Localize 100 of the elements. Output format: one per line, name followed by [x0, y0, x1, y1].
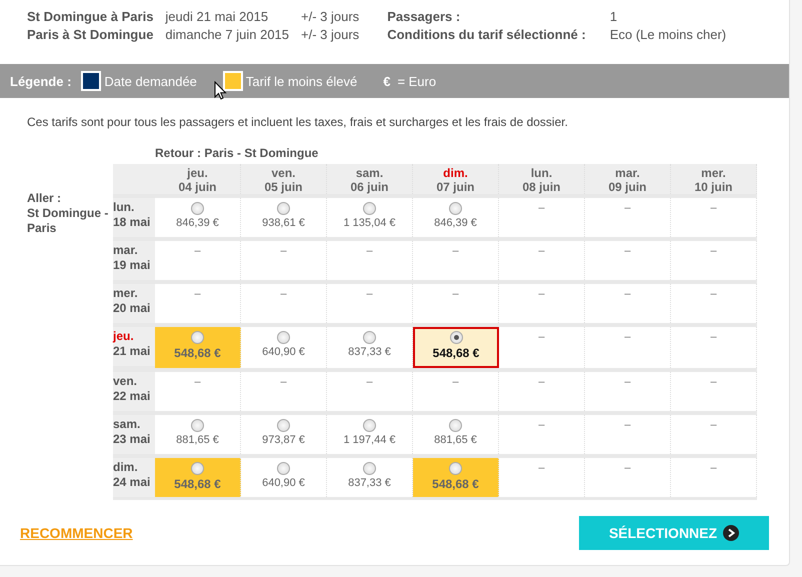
fare-price: 938,61 €	[262, 217, 305, 229]
day-name: jeu.	[186, 166, 209, 180]
fare-price: 640,90 €	[262, 477, 305, 489]
fare-cell[interactable]: 837,33 €	[327, 327, 413, 368]
radio-button[interactable]	[449, 419, 462, 432]
radio-button[interactable]	[191, 331, 204, 344]
fare-cell[interactable]: 973,87 €	[241, 415, 327, 454]
day-name: dim.	[442, 166, 469, 180]
no-fare-dash: –	[710, 462, 717, 474]
no-fare-dash: –	[624, 288, 631, 300]
no-fare-dash: –	[452, 376, 459, 388]
row-date: 18 mai	[113, 215, 150, 229]
column-date: 06 juin	[350, 180, 388, 194]
radio-button[interactable]	[449, 462, 462, 475]
no-fare-dash: –	[710, 331, 717, 343]
row-date: 19 mai	[113, 258, 150, 272]
radio-button[interactable]	[191, 202, 204, 215]
fare-price: 881,65 €	[434, 434, 477, 446]
fare-cell[interactable]: 640,90 €	[241, 458, 327, 497]
day-name: dim.	[113, 460, 139, 475]
legend-label: Date demandée	[104, 74, 197, 88]
no-fare-dash: –	[538, 462, 545, 474]
day-name: sam.	[113, 417, 142, 432]
row-date: 23 mai	[113, 432, 150, 446]
radio-button[interactable]	[277, 202, 290, 215]
info-value: 1	[608, 9, 618, 24]
fare-cell[interactable]: 548,68 €	[155, 327, 241, 368]
outbound-label: Aller :	[27, 191, 62, 206]
radio-button[interactable]	[363, 202, 376, 215]
fare-price: 881,65 €	[176, 434, 219, 446]
no-fare-dash: –	[624, 376, 631, 388]
fare-cell[interactable]: 548,68 €	[413, 327, 499, 368]
fare-price: 548,68 €	[432, 346, 480, 360]
fare-cell[interactable]: 548,68 €	[413, 458, 499, 497]
info-value: Eco (Le moins cher)	[608, 27, 726, 42]
fare-price: 548,68 €	[174, 346, 221, 360]
route-label: St Domingue à Paris	[27, 9, 154, 24]
day-name: ven.	[113, 374, 138, 389]
fare-cell[interactable]: 837,33 €	[327, 458, 413, 497]
no-fare-dash: –	[452, 245, 459, 257]
no-fare-dash: –	[710, 419, 717, 431]
travel-date: jeudi 21 mai 2015	[165, 9, 270, 24]
no-fare-dash: –	[710, 376, 717, 388]
day-name: lun.	[113, 200, 136, 215]
fare-price: 846,39 €	[434, 217, 477, 229]
fare-cell[interactable]: 1 197,44 €	[327, 415, 413, 454]
radio-button[interactable]	[277, 331, 290, 344]
travel-date: dimanche 7 juin 2015	[165, 27, 290, 42]
fare-price: 973,87 €	[262, 434, 305, 446]
radio-button[interactable]	[449, 202, 462, 215]
fare-price: 837,33 €	[348, 477, 391, 489]
fare-price: 846,39 €	[176, 217, 219, 229]
radio-button[interactable]	[277, 419, 290, 432]
fare-price: 837,33 €	[348, 346, 391, 358]
route-label: Paris à St Domingue	[27, 27, 154, 42]
row-date: 21 mai	[113, 344, 150, 358]
radio-button[interactable]	[191, 419, 204, 432]
column-date: 04 juin	[178, 180, 216, 194]
day-name: mar.	[614, 166, 641, 180]
no-fare-dash: –	[366, 288, 373, 300]
radio-button[interactable]	[191, 462, 204, 475]
fare-cell[interactable]: 881,65 €	[413, 415, 499, 454]
column-date: 10 juin	[694, 180, 732, 194]
fare-cell[interactable]: 1 135,04 €	[327, 198, 413, 237]
day-name: mer.	[113, 286, 139, 301]
radio-button[interactable]	[363, 419, 376, 432]
fare-cell[interactable]: 846,39 €	[413, 198, 499, 237]
fare-cell[interactable]: 640,90 €	[241, 327, 327, 368]
fare-cell[interactable]: 938,61 €	[241, 198, 327, 237]
day-name: jeu.	[113, 329, 135, 344]
fare-price: 640,90 €	[262, 346, 305, 358]
day-name: ven.	[270, 166, 296, 180]
legend-label: Tarif le moins élevé	[246, 74, 358, 88]
no-fare-dash: –	[710, 245, 717, 257]
info-label: Passagers :	[387, 9, 462, 24]
fare-cell[interactable]: 846,39 €	[155, 198, 241, 237]
no-fare-dash: –	[280, 288, 287, 300]
radio-button[interactable]	[450, 331, 462, 344]
radio-button[interactable]	[277, 462, 290, 475]
no-fare-dash: –	[194, 376, 201, 388]
no-fare-dash: –	[538, 331, 545, 343]
cursor-icon	[214, 81, 227, 100]
fare-price: 548,68 €	[174, 477, 221, 491]
no-fare-dash: –	[624, 202, 631, 214]
no-fare-dash: –	[624, 419, 631, 431]
fare-note: Ces tarifs sont pour tous les passagers et incluent les taxes, frais et surcharges et les frais de dossier.	[26, 114, 569, 131]
fare-price: 1 135,04 €	[344, 217, 396, 229]
no-fare-dash: –	[624, 331, 631, 343]
column-date: 09 juin	[608, 180, 646, 194]
fare-cell[interactable]: 881,65 €	[155, 415, 241, 454]
radio-button[interactable]	[363, 462, 376, 475]
fare-cell[interactable]: 548,68 €	[155, 458, 241, 497]
legend-label: = Euro	[397, 74, 436, 88]
fare-price: 548,68 €	[432, 477, 479, 491]
no-fare-dash: –	[538, 245, 545, 257]
radio-button[interactable]	[363, 331, 376, 344]
day-name: mar.	[113, 243, 139, 258]
no-fare-dash: –	[280, 376, 287, 388]
no-fare-dash: –	[194, 288, 201, 300]
outbound-route: St Domingue - Paris	[27, 206, 110, 236]
